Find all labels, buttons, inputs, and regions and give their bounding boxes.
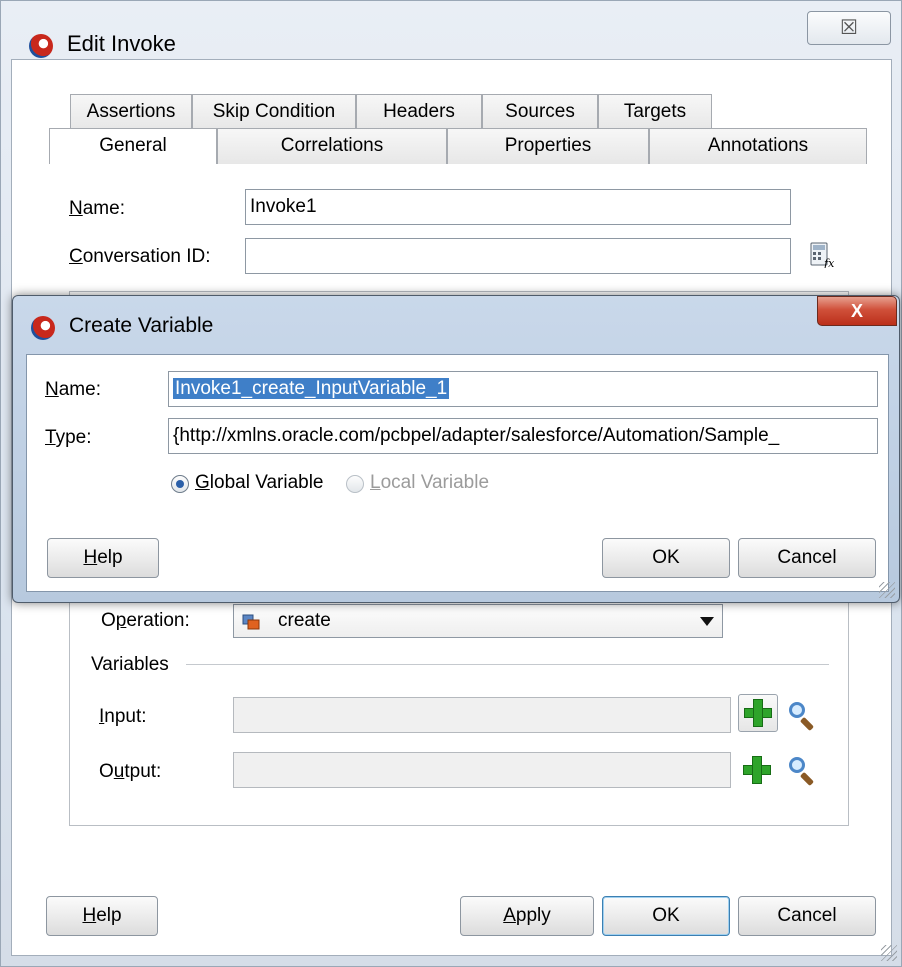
chevron-down-icon	[700, 617, 714, 626]
window-title: Edit Invoke	[67, 31, 176, 56]
close-icon[interactable]: ☒	[807, 11, 891, 45]
variables-separator	[186, 664, 829, 665]
tab-assertions[interactable]: Assertions	[70, 94, 192, 130]
selected-text: Invoke1_create_InputVariable_1	[173, 378, 450, 399]
global-variable-label[interactable]: Global Variable	[195, 472, 324, 494]
app-icon	[29, 34, 53, 58]
output-variable-field[interactable]	[233, 752, 731, 788]
local-variable-radio	[346, 475, 364, 493]
global-variable-radio[interactable]	[171, 475, 189, 493]
search-icon[interactable]	[787, 755, 817, 787]
tab-properties[interactable]: Properties	[447, 128, 649, 164]
svg-text:fx: fx	[823, 257, 835, 268]
expression-builder-icon[interactable]: fx	[809, 242, 835, 268]
cancel-button[interactable]: Cancel	[738, 538, 876, 578]
tab-headers[interactable]: Headers	[356, 94, 482, 130]
conversation-id-label: Conversation ID:	[69, 246, 211, 267]
resize-grip-icon[interactable]	[881, 945, 897, 961]
ok-button[interactable]: OK	[602, 896, 730, 936]
create-variable-content: Name: Invoke1_create_InputVariable_1 Typ…	[26, 354, 889, 592]
input-variable-field[interactable]	[233, 697, 731, 733]
create-variable-dialog: Create Variable X Name: Invoke1_create_I…	[12, 295, 900, 603]
operation-icon	[242, 614, 260, 630]
tab-annotations[interactable]: Annotations	[649, 128, 867, 164]
close-icon[interactable]: X	[817, 296, 897, 326]
output-label: Output:	[99, 761, 162, 782]
resize-grip-icon[interactable]	[879, 582, 895, 598]
operation-label: Operation:	[101, 610, 190, 631]
app-icon	[31, 316, 55, 340]
operation-value: create	[278, 610, 331, 631]
tab-correlations[interactable]: Correlations	[217, 128, 447, 164]
search-icon[interactable]	[787, 700, 817, 732]
ok-button[interactable]: OK	[602, 538, 730, 578]
variable-type-label: Type:	[45, 427, 92, 448]
name-label: Name:	[69, 198, 125, 219]
tab-targets[interactable]: Targets	[598, 94, 712, 130]
name-input[interactable]: Invoke1	[245, 189, 791, 225]
help-button[interactable]: Help	[47, 538, 159, 578]
apply-button[interactable]: Apply	[460, 896, 594, 936]
help-button[interactable]: Help	[46, 896, 158, 936]
variables-section-label: Variables	[91, 654, 169, 675]
variable-name-label: Name:	[45, 379, 101, 400]
tab-general[interactable]: General	[49, 128, 217, 164]
conversation-id-input[interactable]	[245, 238, 791, 274]
input-label: Input:	[99, 706, 147, 727]
cancel-button[interactable]: Cancel	[738, 896, 876, 936]
tab-sources[interactable]: Sources	[482, 94, 598, 130]
operation-select[interactable]: create	[233, 604, 723, 638]
local-variable-label: Local Variable	[370, 472, 490, 493]
add-icon[interactable]	[742, 755, 772, 785]
dialog-title: Create Variable	[69, 314, 214, 337]
tab-skip-condition[interactable]: Skip Condition	[192, 94, 356, 130]
add-input-variable-button[interactable]	[738, 694, 778, 732]
add-icon	[743, 698, 773, 728]
variable-type-field[interactable]: {http://xmlns.oracle.com/pcbpel/adapter/…	[168, 418, 878, 454]
variable-name-input[interactable]: Invoke1_create_InputVariable_1	[168, 371, 878, 407]
